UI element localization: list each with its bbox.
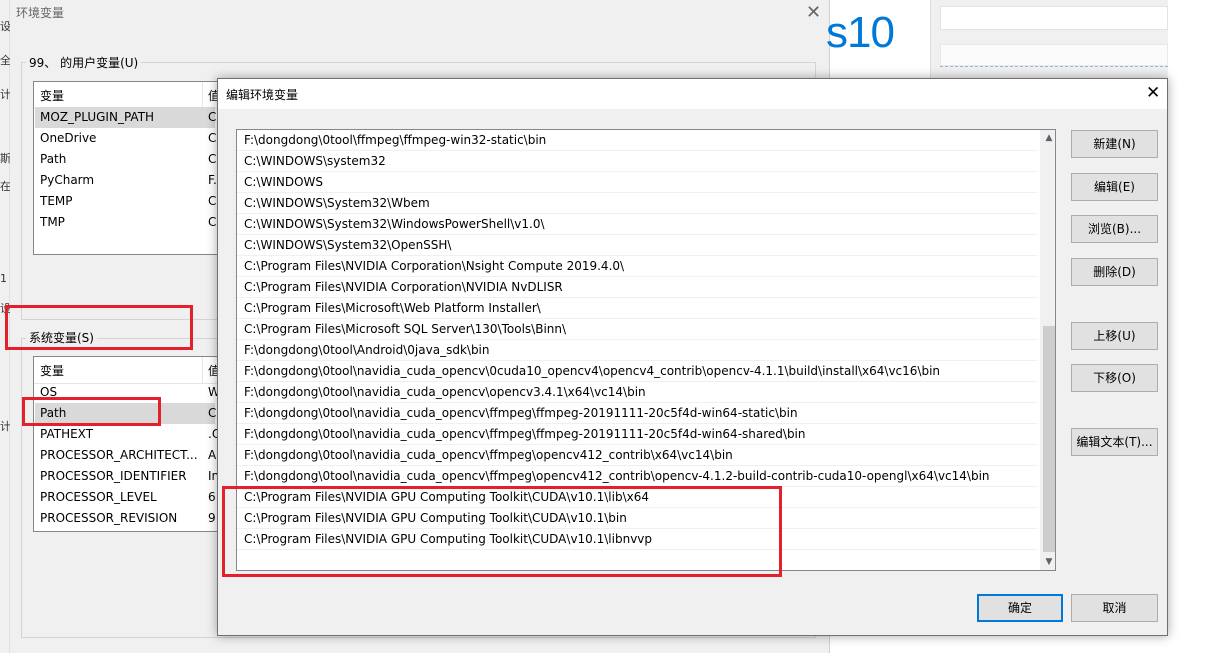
- left-edge-char: 计: [0, 420, 10, 433]
- background-app-strip: [940, 44, 1168, 66]
- list-header: 变量 值: [34, 82, 232, 109]
- table-row[interactable]: TMP: [40, 212, 200, 233]
- list-item[interactable]: F:\dongdong\0tool\navidia_cuda_opencv\ff…: [237, 424, 1037, 445]
- table-row[interactable]: PROCESSOR_ARCHITECT...: [40, 445, 200, 466]
- annotation-box-path: [22, 397, 161, 426]
- column-header-variable[interactable]: 变量: [40, 87, 64, 104]
- ok-button[interactable]: 确定: [977, 594, 1063, 622]
- list-item[interactable]: F:\dongdong\0tool\ffmpeg\ffmpeg-win32-st…: [237, 130, 1037, 151]
- left-edge-char: 设: [0, 20, 10, 33]
- list-item[interactable]: F:\dongdong\0tool\navidia_cuda_opencv\op…: [237, 382, 1037, 403]
- list-item[interactable]: C:\WINDOWS\system32: [237, 151, 1037, 172]
- table-row[interactable]: PROCESSOR_IDENTIFIER: [40, 466, 200, 487]
- list-item[interactable]: C:\WINDOWS\System32\OpenSSH\: [237, 235, 1037, 256]
- dialog-title: 编辑环境变量: [226, 88, 299, 102]
- table-row[interactable]: PATHEXT: [40, 424, 200, 445]
- list-item[interactable]: F:\dongdong\0tool\navidia_cuda_opencv\ff…: [237, 445, 1037, 466]
- list-header: 变量 值: [34, 357, 232, 384]
- list-item[interactable]: C:\WINDOWS\System32\WindowsPowerShell\v1…: [237, 214, 1037, 235]
- dialog-titlebar[interactable]: [218, 79, 1167, 109]
- list-item[interactable]: F:\dongdong\0tool\navidia_cuda_opencv\ff…: [237, 403, 1037, 424]
- list-item[interactable]: F:\dongdong\0tool\navidia_cuda_opencv\0c…: [237, 361, 1037, 382]
- scrollbar-thumb[interactable]: [1043, 326, 1055, 552]
- edit-button[interactable]: 编辑(E): [1071, 173, 1158, 201]
- list-item[interactable]: C:\Program Files\Microsoft\Web Platform …: [237, 298, 1037, 319]
- table-row[interactable]: Path: [40, 149, 200, 170]
- background-app-field: [940, 6, 1168, 30]
- scroll-up-icon[interactable]: ▲: [1041, 130, 1055, 146]
- close-icon[interactable]: ✕: [806, 2, 821, 23]
- table-row[interactable]: PyCharm: [40, 170, 200, 191]
- annotation-box-cuda-paths: [222, 486, 782, 577]
- background-app-divider: [940, 66, 1168, 67]
- left-edge-char: 斯: [0, 152, 10, 165]
- vertical-scrollbar[interactable]: ▲ ▼: [1040, 130, 1055, 570]
- table-row[interactable]: PROCESSOR_REVISION: [40, 508, 200, 529]
- left-edge-char: 全: [0, 54, 10, 67]
- delete-button[interactable]: 删除(D): [1071, 258, 1158, 286]
- move-up-button[interactable]: 上移(U): [1071, 322, 1158, 350]
- list-item[interactable]: C:\Program Files\NVIDIA Corporation\NVID…: [237, 277, 1037, 298]
- list-item[interactable]: F:\dongdong\0tool\Android\0java_sdk\bin: [237, 340, 1037, 361]
- table-row[interactable]: PROCESSOR_LEVEL: [40, 487, 200, 508]
- cancel-button[interactable]: 取消: [1071, 594, 1158, 622]
- list-item[interactable]: C:\WINDOWS\System32\Wbem: [237, 193, 1037, 214]
- list-item[interactable]: C:\Program Files\NVIDIA Corporation\Nsig…: [237, 256, 1037, 277]
- new-button[interactable]: 新建(N): [1071, 130, 1158, 158]
- table-row[interactable]: TEMP: [40, 191, 200, 212]
- close-icon[interactable]: ✕: [1146, 83, 1160, 103]
- list-item[interactable]: F:\dongdong\0tool\navidia_cuda_opencv\ff…: [237, 466, 1037, 487]
- user-variables-group-label: 99、 的用户变量(U): [26, 54, 142, 71]
- table-row[interactable]: OneDrive: [40, 128, 200, 149]
- env-window-title: 环境变量: [16, 6, 65, 20]
- browse-button[interactable]: 浏览(B)...: [1071, 215, 1158, 243]
- left-edge-char: 1: [0, 272, 7, 285]
- left-edge-char: 计: [0, 88, 10, 101]
- windows-10-logo-text: s10: [826, 8, 895, 57]
- list-item[interactable]: C:\WINDOWS: [237, 172, 1037, 193]
- column-header-variable[interactable]: 变量: [40, 362, 64, 379]
- system-variables-list[interactable]: 变量 值 OS W Path C PATHEXT .C PROCESSOR_AR…: [33, 356, 233, 532]
- user-variables-list[interactable]: 变量 值 MOZ_PLUGIN_PATH C OneDrive C Path C…: [33, 81, 233, 255]
- edit-text-button[interactable]: 编辑文本(T)...: [1071, 428, 1158, 456]
- list-item[interactable]: C:\Program Files\Microsoft SQL Server\13…: [237, 319, 1037, 340]
- left-edge-char: 在: [0, 180, 10, 193]
- table-row[interactable]: MOZ_PLUGIN_PATH: [40, 107, 200, 128]
- scroll-down-icon[interactable]: ▼: [1041, 554, 1055, 570]
- move-down-button[interactable]: 下移(O): [1071, 364, 1158, 392]
- annotation-box-system-variables: [5, 305, 193, 350]
